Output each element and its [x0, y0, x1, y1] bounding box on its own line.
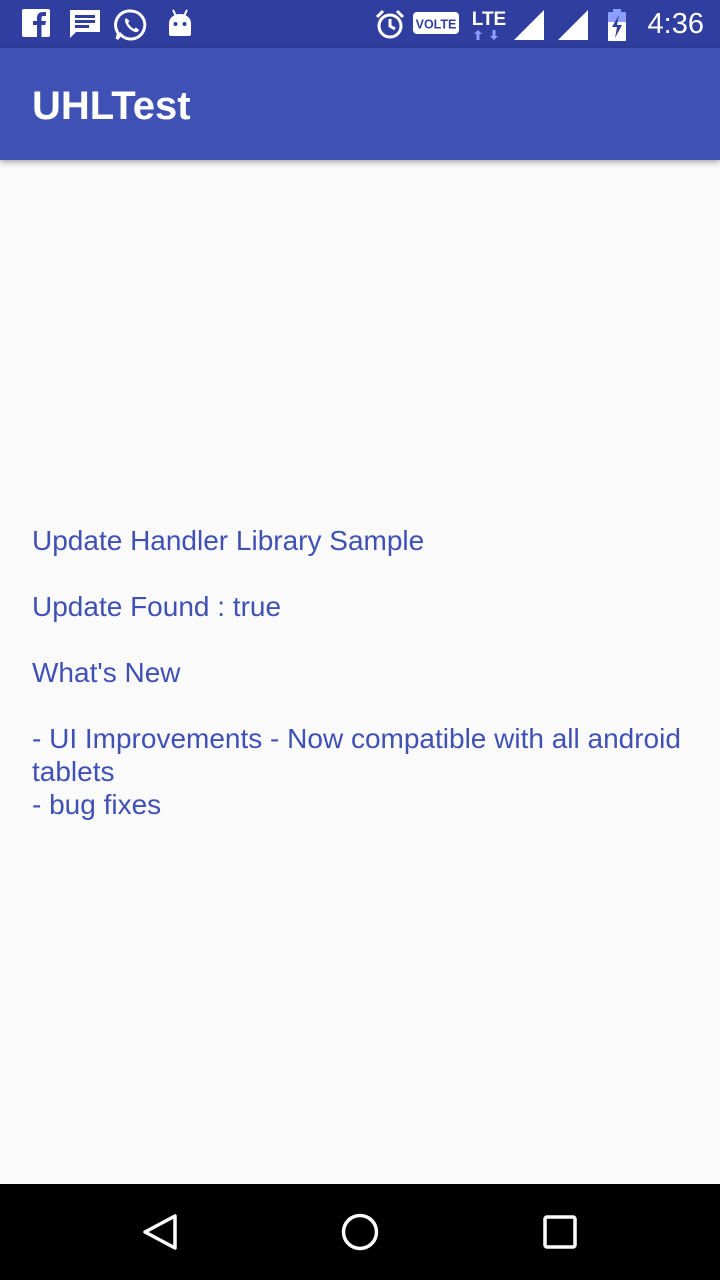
- whatsapp-icon: [114, 9, 147, 41]
- app-title: UHLTest: [32, 84, 191, 128]
- signal-icon: [558, 10, 588, 40]
- facebook-icon: [22, 9, 50, 37]
- home-icon[interactable]: [336, 1208, 384, 1256]
- status-bar: VOLTE LTE 4:36: [0, 0, 720, 48]
- alarm-icon: [375, 9, 405, 39]
- back-icon[interactable]: [136, 1208, 184, 1256]
- status-time: 4:36: [647, 8, 704, 40]
- lte-label: LTE: [472, 9, 506, 30]
- signal-icon: [514, 10, 544, 40]
- message-icon: [70, 10, 100, 38]
- lte-icon: LTE: [472, 9, 506, 40]
- recents-icon[interactable]: [536, 1208, 584, 1256]
- navigation-bar: [0, 1184, 720, 1280]
- volte-label: VOLTE: [416, 18, 457, 32]
- volte-icon: VOLTE: [413, 12, 459, 34]
- android-icon: [169, 9, 191, 36]
- battery-charging-icon: [608, 9, 626, 41]
- main-content: Update Handler Library Sample Update Fou…: [0, 160, 720, 1184]
- app-bar: UHLTest: [0, 48, 720, 160]
- update-info-text: Update Handler Library Sample Update Fou…: [32, 525, 681, 820]
